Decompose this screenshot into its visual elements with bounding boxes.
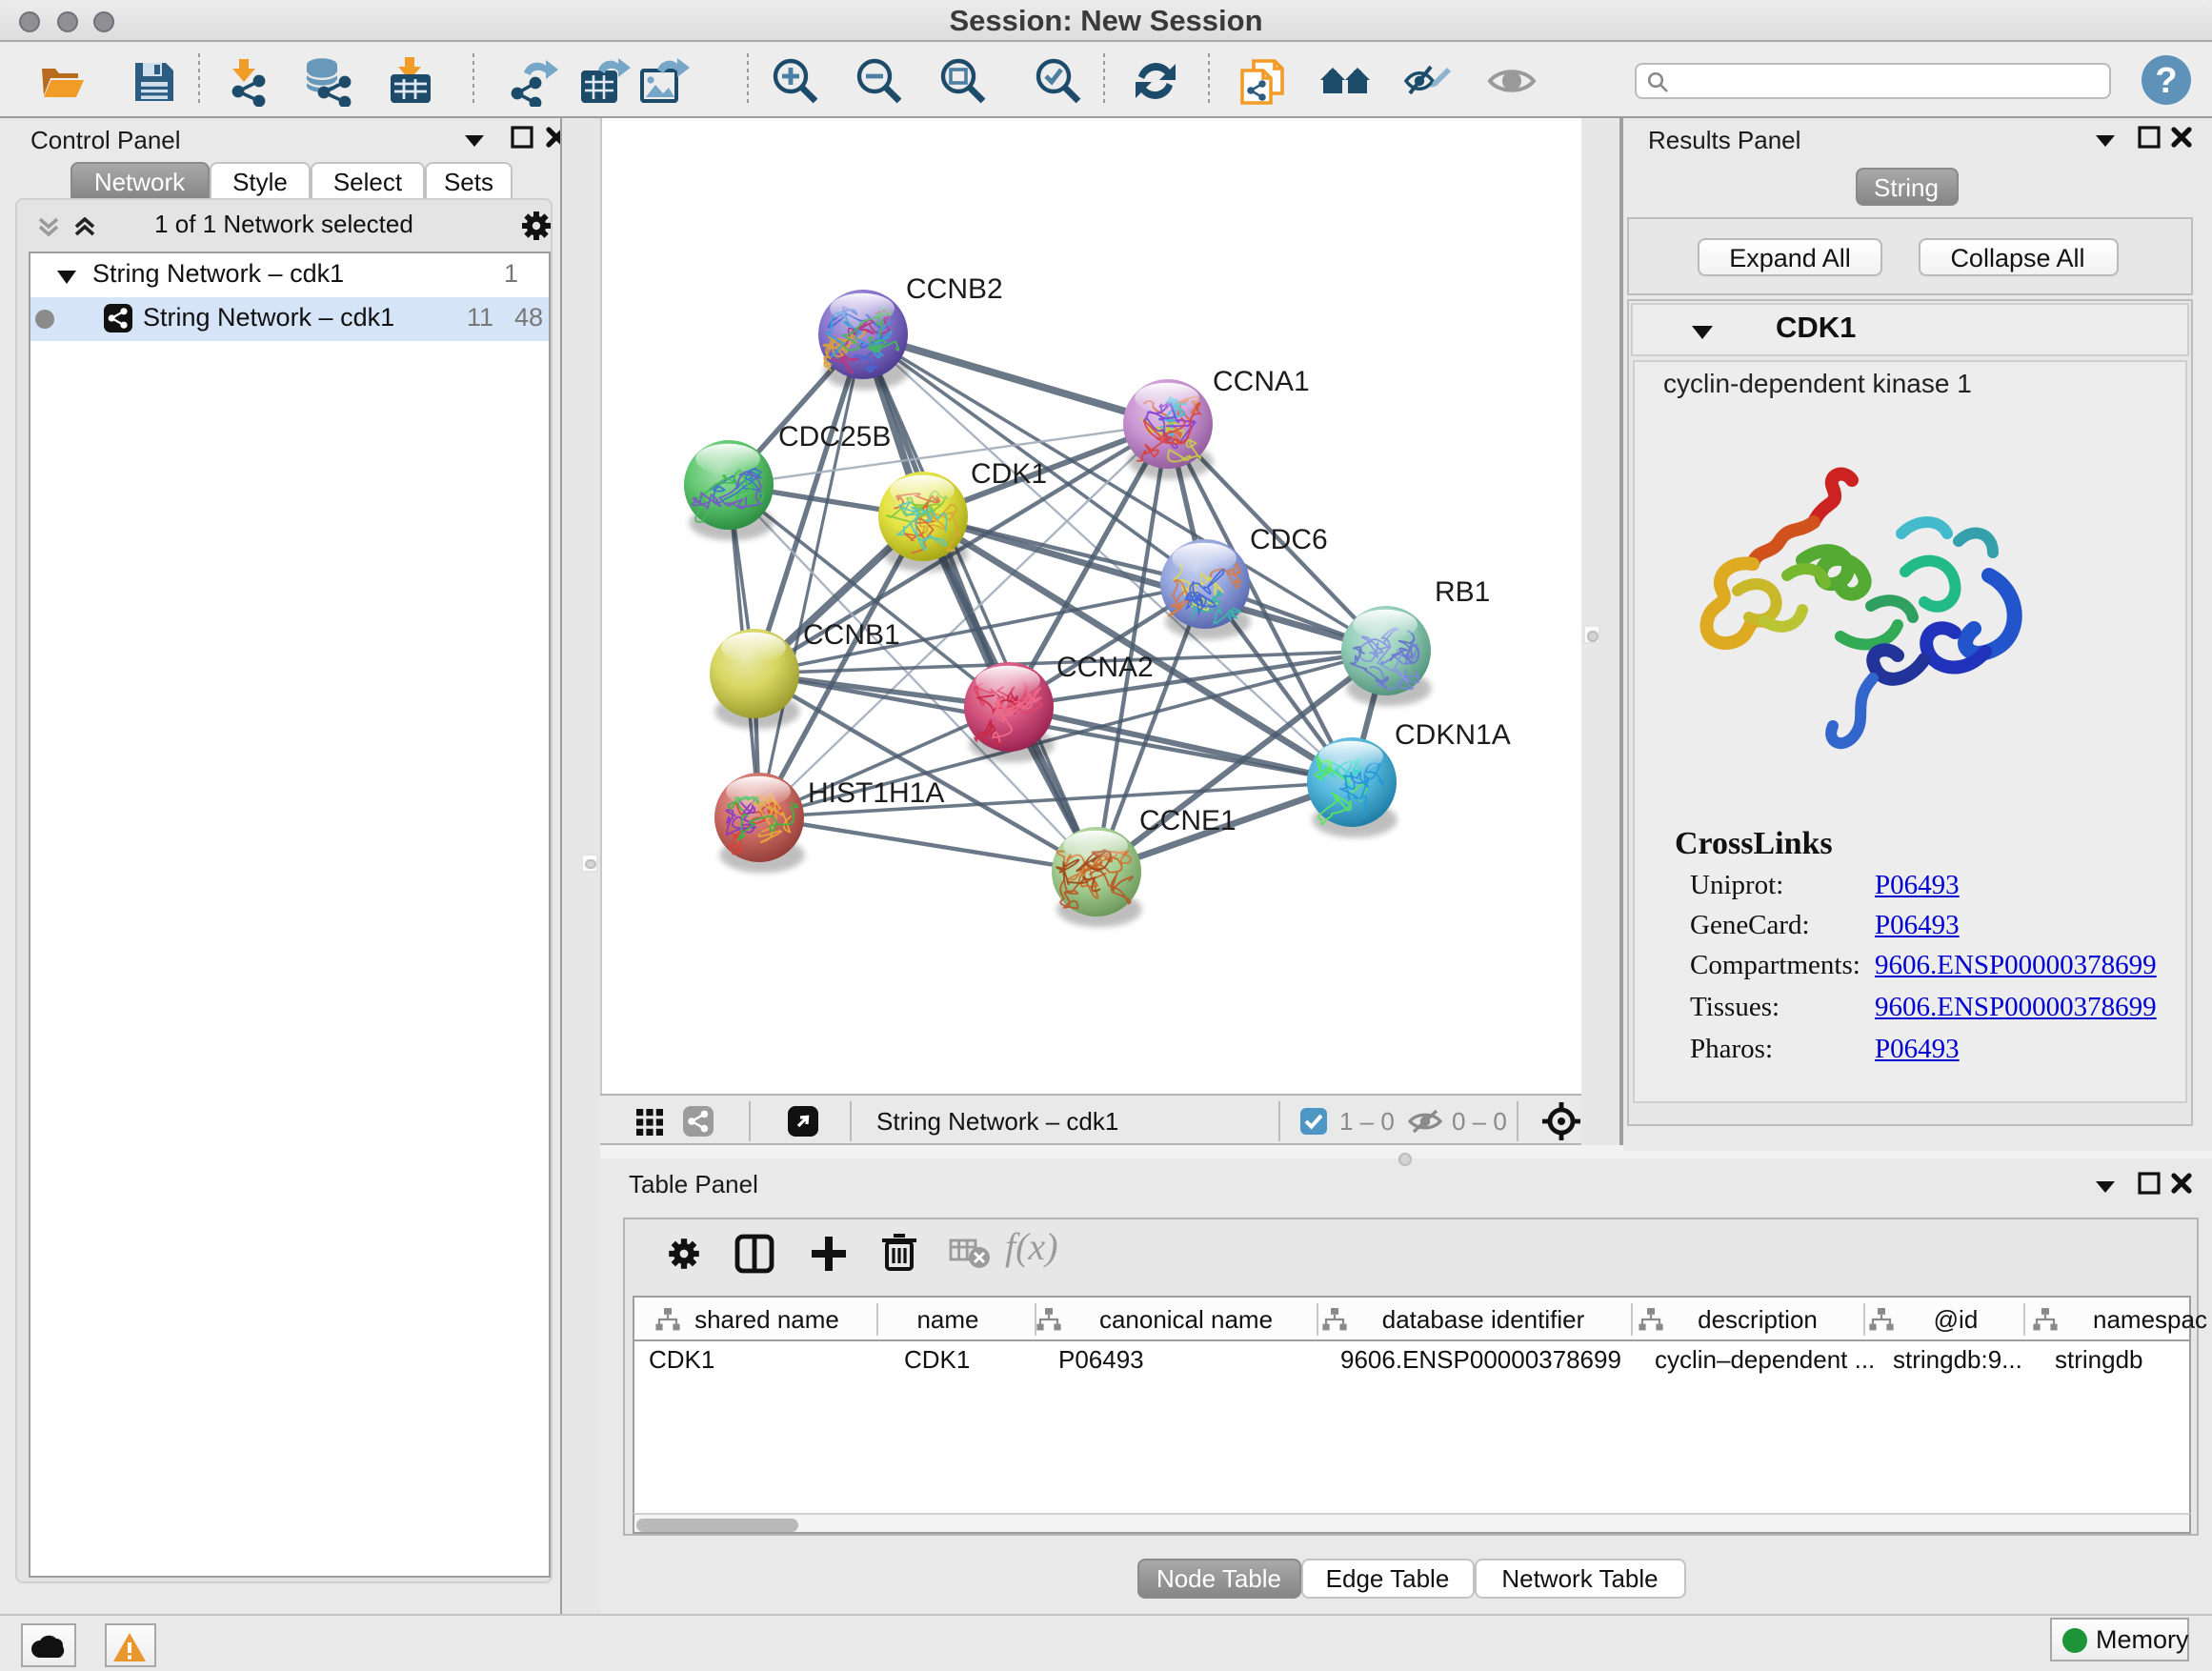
svg-text:CCNE1: CCNE1 — [1139, 805, 1237, 836]
svg-text:HIST1H1A: HIST1H1A — [808, 777, 944, 809]
svg-text:CCNB1: CCNB1 — [803, 619, 900, 651]
svg-text:CDK1: CDK1 — [971, 458, 1047, 490]
svg-text:CCNA1: CCNA1 — [1213, 366, 1310, 397]
svg-text:?: ? — [2155, 61, 2177, 101]
svg-text:CCNB2: CCNB2 — [906, 273, 1003, 305]
svg-text:CCNA2: CCNA2 — [1056, 652, 1154, 683]
svg-text:CDC6: CDC6 — [1250, 524, 1328, 555]
svg-text:CDKN1A: CDKN1A — [1395, 719, 1511, 751]
svg-text:CDC25B: CDC25B — [778, 421, 891, 453]
svg-text:RB1: RB1 — [1435, 576, 1490, 608]
